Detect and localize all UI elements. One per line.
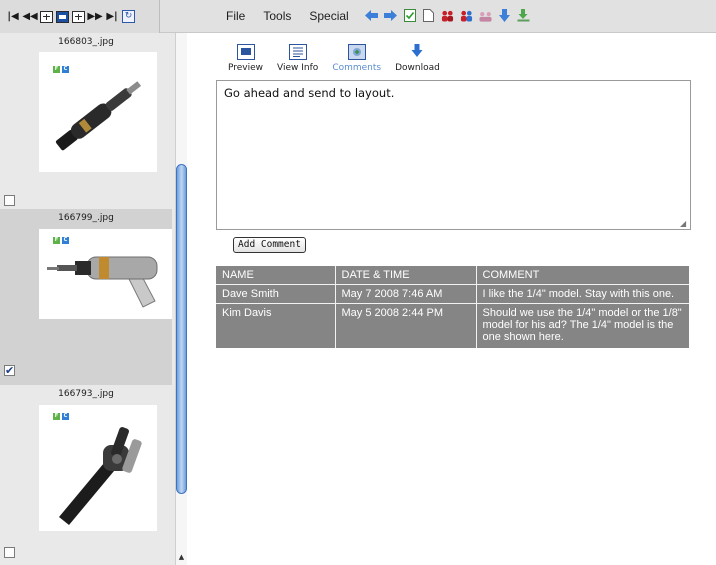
list-view-icon[interactable] [40, 10, 53, 23]
comment-datetime: May 5 2008 2:44 PM [335, 303, 477, 348]
column-header-comment: COMMENT [476, 266, 689, 285]
navigation-strip: |◀ ◀◀ ▶▶ ▶| ↻ [0, 0, 160, 33]
f-badge: F [53, 66, 60, 73]
preview-button[interactable]: Preview [228, 44, 263, 73]
thumbnail-sidebar: 166803_.jpg F C 166799_.jpg F C ✔ 166793… [0, 33, 176, 565]
view-info-button[interactable]: View Info [277, 44, 318, 73]
table-row: Dave Smith May 7 2008 7:46 AM I like the… [216, 284, 689, 304]
download-label: Download [395, 63, 440, 73]
c-badge: C [62, 237, 69, 244]
comments-table: NAME DATE & TIME COMMENT Dave Smith May … [216, 266, 689, 348]
thumbnail-filename: 166793_.jpg [58, 389, 114, 399]
green-download-icon[interactable] [517, 9, 530, 22]
download-button[interactable]: Download [395, 44, 440, 73]
sidebar-scrollbar[interactable]: ▲ [175, 33, 187, 565]
comment-input[interactable]: Go ahead and send to layout. [216, 80, 691, 230]
comment-author: Kim Davis [216, 303, 336, 348]
thumbnail-item[interactable]: 166799_.jpg F C ✔ [0, 209, 172, 385]
select-checkbox[interactable]: ✔ [4, 365, 15, 376]
next-page-icon[interactable]: ▶▶ [87, 10, 102, 24]
column-header-name: NAME [216, 266, 336, 285]
select-checkbox[interactable] [4, 547, 15, 558]
f-badge: F [53, 413, 60, 420]
top-bar: |◀ ◀◀ ▶▶ ▶| ↻ File Tools Special [0, 0, 716, 33]
scroll-up-icon[interactable]: ▲ [177, 553, 186, 562]
blank-page-icon[interactable] [422, 9, 435, 22]
view-info-label: View Info [277, 63, 319, 73]
comment-author: Dave Smith [216, 284, 336, 304]
red-people-icon[interactable] [441, 9, 454, 22]
download-icon [408, 44, 426, 60]
product-image[interactable]: F C [39, 229, 172, 319]
badge-group: F C [53, 413, 69, 420]
table-row: Kim Davis May 5 2008 2:44 PM Should we u… [216, 303, 689, 348]
table-header-row: NAME DATE & TIME COMMENT [216, 266, 689, 285]
preview-label: Preview [228, 63, 264, 73]
scrollbar-thumb[interactable] [176, 164, 187, 494]
checklist-icon[interactable] [403, 9, 416, 22]
grid-view-icon[interactable] [72, 10, 85, 23]
comments-label: Comments [332, 63, 382, 73]
menu-tools[interactable]: Tools [263, 9, 291, 23]
comment-text: I like the 1/4" model. Stay with this on… [476, 284, 689, 304]
c-badge: C [62, 66, 69, 73]
menu-file[interactable]: File [226, 9, 245, 23]
previous-page-icon[interactable]: ◀◀ [22, 10, 37, 24]
red-blue-people-icon[interactable] [460, 9, 473, 22]
badge-group: F C [53, 66, 69, 73]
c-badge: C [62, 413, 69, 420]
product-image[interactable]: F C [39, 405, 157, 531]
badge-group: F C [53, 237, 69, 244]
download-arrow-icon[interactable] [498, 9, 511, 22]
refresh-icon[interactable]: ↻ [122, 10, 135, 23]
forward-arrow-icon[interactable] [384, 9, 397, 22]
comment-text: Should we use the 1/4" model or the 1/8"… [482, 306, 682, 343]
preview-icon [236, 44, 255, 60]
column-header-datetime: DATE & TIME [335, 266, 477, 285]
info-icon [288, 44, 307, 60]
first-page-icon[interactable]: |◀ [6, 10, 20, 24]
belt-sander-drawing [59, 427, 142, 525]
asset-actions: Preview View Info Comments Download [228, 44, 440, 73]
f-badge: F [53, 237, 60, 244]
toolbar [365, 9, 530, 22]
comment-datetime: May 7 2008 7:46 AM [335, 284, 477, 304]
thumbnail-item[interactable]: 166793_.jpg F C [0, 385, 172, 565]
comments-button[interactable]: Comments [332, 44, 381, 73]
back-arrow-icon[interactable] [365, 9, 378, 22]
thumbnail-view-icon[interactable] [56, 10, 69, 23]
thumbnail-item[interactable]: 166803_.jpg F C [0, 33, 172, 209]
menu-bar: File Tools Special [226, 9, 349, 23]
select-checkbox[interactable] [4, 195, 15, 206]
menu-special[interactable]: Special [309, 9, 348, 23]
comments-icon [347, 44, 366, 60]
add-comment-button[interactable]: Add Comment [233, 237, 306, 253]
thumbnail-filename: 166803_.jpg [58, 37, 114, 47]
last-page-icon[interactable]: ▶| [105, 10, 119, 24]
thumbnail-filename: 166799_.jpg [58, 213, 114, 223]
product-image[interactable]: F C [39, 52, 157, 172]
group-icon[interactable] [479, 9, 492, 22]
resize-grip-icon[interactable]: ◢ [680, 219, 689, 228]
